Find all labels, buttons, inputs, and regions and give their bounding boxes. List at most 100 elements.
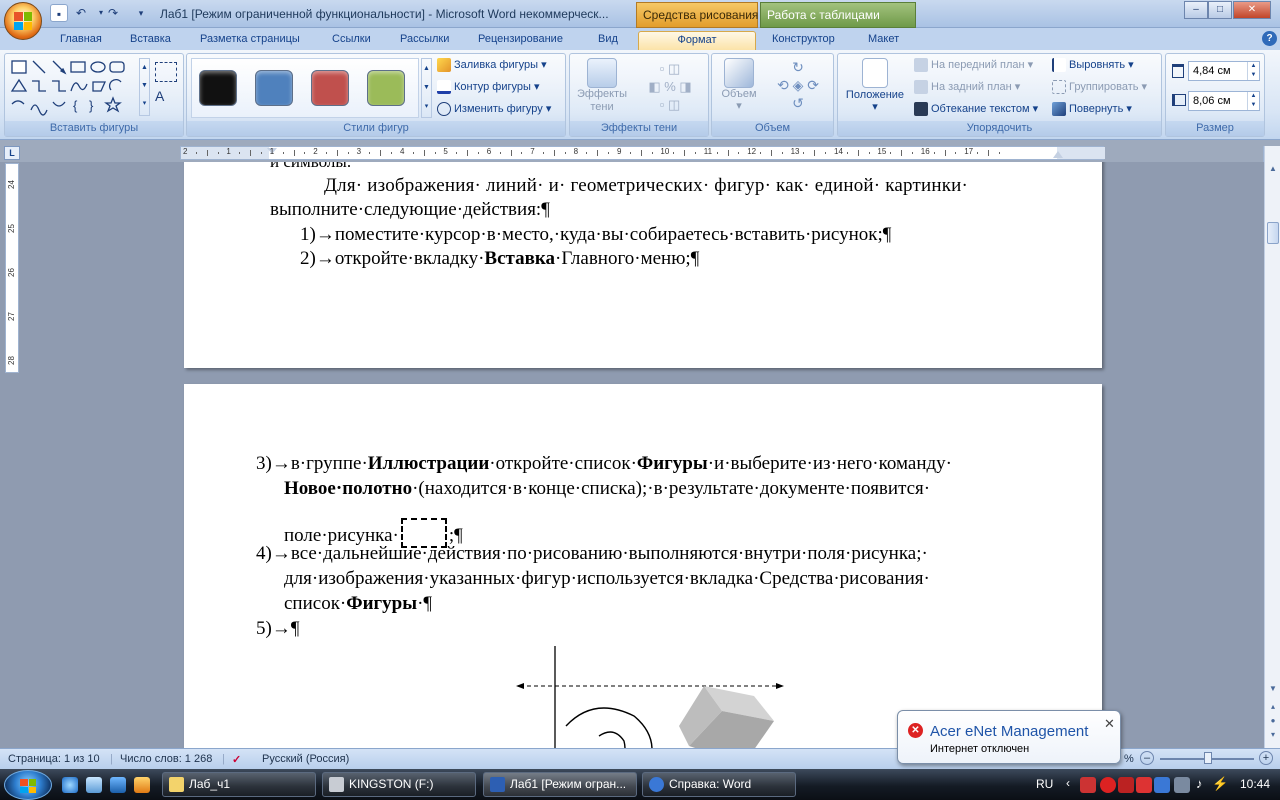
rotate-button[interactable]: Повернуть ▾ [1052,100,1132,119]
shadow-nudge-icons[interactable]: ▫ ◫ ◧ % ◨ ▫ ◫ [640,60,700,114]
tab-format[interactable]: Формат [638,31,756,50]
spellcheck-icon[interactable]: ✓ [232,753,241,766]
style-swatch-red[interactable] [311,70,349,106]
tray-expand-icon[interactable]: ‹ [1066,776,1070,790]
notification-balloon[interactable]: ✕ Acer eNet Management Интернет отключен… [897,710,1121,764]
zoom-in-icon[interactable]: + [1259,751,1273,765]
shadow-effects-button[interactable]: Эффекты тени [576,58,628,114]
styles-gallery-scroll[interactable]: ▲ ▼ ▾ [421,58,432,118]
media-player-icon[interactable] [134,777,150,793]
status-zoom-percent[interactable]: % [1124,753,1134,765]
explorer-quicklaunch-icon[interactable] [86,777,102,793]
taskbar-item-drive[interactable]: KINGSTON (F:) [322,772,476,797]
tab-mailings[interactable]: Рассылки [392,31,457,50]
send-to-back-button[interactable]: На задний план ▾ [914,78,1020,97]
group-size: 4,84 см ▲ ▼ 8,06 см ▲ ▼ Размер [1165,53,1265,137]
shape-outline-button[interactable]: Контур фигуры ▾ [437,78,540,97]
tab-design[interactable]: Конструктор [764,31,843,50]
ruler-tick [434,152,436,154]
balloon-close-icon[interactable]: ✕ [1104,716,1115,732]
bring-to-front-button[interactable]: На передний план ▾ [914,56,1033,75]
zoom-out-icon[interactable]: – [1140,751,1154,765]
status-word-count[interactable]: Число слов: 1 268 [120,753,212,765]
3d-effects-button[interactable]: Объем ▾ [716,58,762,112]
start-button[interactable] [4,770,52,800]
tab-home[interactable]: Главная [52,31,110,50]
scroll-thumb[interactable] [1267,222,1279,244]
network-error-icon[interactable] [1100,777,1116,793]
tab-page-layout[interactable]: Разметка страницы [192,31,308,50]
volume-icon[interactable]: ♪ [1196,776,1203,791]
prev-page-icon[interactable]: ▴ [1267,702,1279,714]
taskbar-item-folder[interactable]: Лаб_ч1 [162,772,316,797]
text-box-icon[interactable]: A [155,88,164,104]
tray-app-icon-3[interactable] [1136,777,1152,793]
tray-language[interactable]: RU [1036,777,1053,791]
status-page[interactable]: Страница: 1 из 10 [8,753,100,765]
power-icon[interactable]: ⚡ [1212,776,1228,792]
customize-qat-icon[interactable]: ▾ [132,4,150,22]
redo-icon[interactable]: ↷ [104,4,122,22]
tab-layout[interactable]: Макет [860,31,907,50]
ruler-tick [282,152,284,154]
internet-explorer-icon[interactable] [62,777,78,793]
shape-fill-button[interactable]: Заливка фигуры ▾ [437,56,547,75]
help-icon[interactable]: ? [1262,31,1277,46]
edit-shape-icon[interactable] [155,62,177,82]
tab-references[interactable]: Ссылки [324,31,379,50]
text-wrap-icon [914,102,928,117]
zoom-slider-thumb[interactable] [1204,752,1212,764]
ruler-tick [933,152,935,154]
tray-app-icon-4[interactable] [1154,777,1170,793]
text-wrap-button[interactable]: Обтекание текстом ▾ [914,100,1038,119]
vertical-scrollbar[interactable]: ▲ ▼ ▴ ● ▾ [1264,146,1280,748]
group-button[interactable]: Группировать ▾ [1052,78,1147,97]
tray-app-icon-1[interactable] [1080,777,1096,793]
group-label-shape-styles: Стили фигур [187,121,565,136]
style-swatch-blue[interactable] [255,70,293,106]
horizontal-ruler[interactable]: 2 1 1 2 3 4 5 6 7 8 9 10 11 12 13 14 15 16 17 [180,146,1105,160]
browse-object-icon[interactable]: ● [1267,716,1279,728]
style-swatch-black[interactable] [199,70,237,106]
ruler-tick [499,152,501,154]
align-button[interactable]: Выровнять ▾ [1052,56,1134,75]
ruler-tick [336,150,338,156]
height-spin-arrows[interactable]: ▲ ▼ [1247,62,1259,80]
width-spin-arrows[interactable]: ▲ ▼ [1247,92,1259,110]
drive-icon [329,777,344,792]
show-desktop-icon[interactable] [110,777,126,793]
scroll-up-icon[interactable]: ▲ [1267,164,1279,176]
vertical-ruler[interactable]: 24 25 26 27 28 [5,163,19,373]
clock[interactable]: 10:44 [1240,777,1270,791]
scroll-down-icon[interactable]: ▼ [1267,684,1279,696]
tray-app-icon-5[interactable] [1174,777,1190,793]
tray-app-icon-2[interactable] [1118,777,1134,793]
shape-height-input[interactable]: 4,84 см ▲ ▼ [1188,61,1260,81]
office-button[interactable] [4,2,42,40]
shapes-gallery[interactable]: { } [9,58,137,116]
doc-paragraph-line1: Для· изображения· линий· и· геометрическ… [324,175,969,196]
save-icon[interactable]: ▪ [50,4,68,22]
drawing-figure[interactable] [504,646,794,748]
style-swatch-green[interactable] [367,70,405,106]
change-shape-button[interactable]: Изменить фигуру ▾ [437,100,551,119]
tab-review[interactable]: Рецензирование [470,31,571,50]
next-page-icon[interactable]: ▾ [1267,730,1279,742]
ruler-tab-selector[interactable]: L [4,146,20,160]
ruler-label: 7 [530,147,535,156]
3d-tilt-icons[interactable]: ↻ ⟲ ◈ ⟳ ↺ [768,58,828,114]
close-button[interactable]: ✕ [1233,1,1271,19]
page-1[interactable]: и символы. Для· изображения· линий· и· г… [184,162,1102,368]
maximize-button[interactable]: □ [1208,1,1232,19]
tab-insert[interactable]: Вставка [122,31,179,50]
undo-icon[interactable]: ↶ [72,4,90,22]
page-2[interactable]: 3)→в·группе·Иллюстрации·откройте·список·… [184,384,1102,748]
minimize-button[interactable]: – [1184,1,1208,19]
taskbar-item-word-doc[interactable]: Лаб1 [Режим огран... [483,772,637,797]
shapes-gallery-scroll[interactable]: ▲ ▼ ▾ [139,58,150,116]
shape-width-input[interactable]: 8,06 см ▲ ▼ [1188,91,1260,111]
tab-view[interactable]: Вид [590,31,626,50]
status-language[interactable]: Русский (Россия) [262,753,349,765]
position-button[interactable]: Положение ▾ [842,58,908,113]
taskbar-item-word-help[interactable]: Справка: Word [642,772,796,797]
